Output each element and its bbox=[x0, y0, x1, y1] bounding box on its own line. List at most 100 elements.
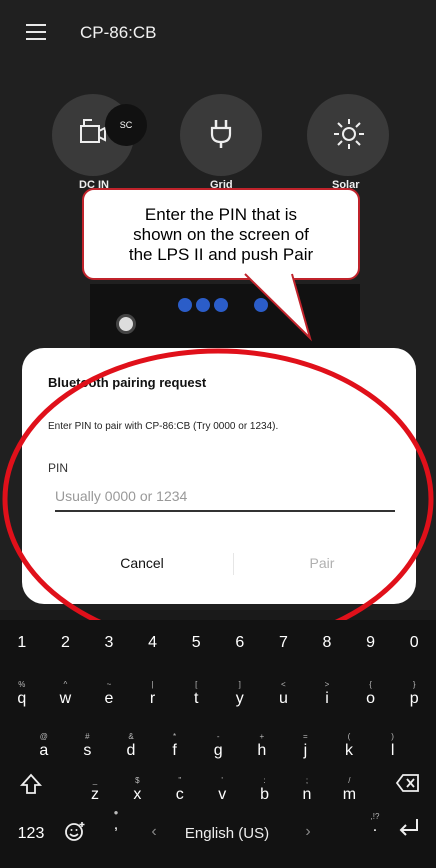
pin-input[interactable] bbox=[55, 482, 395, 512]
pin-label: PIN bbox=[48, 461, 69, 475]
key-e-sup: ~ bbox=[106, 680, 112, 689]
key-d-sup: & bbox=[128, 732, 134, 741]
key-l[interactable]: ) l bbox=[371, 732, 415, 760]
cursor-right-icon[interactable]: › bbox=[300, 823, 316, 841]
key-6-label: 6 bbox=[235, 634, 245, 651]
key-x-label: x bbox=[133, 786, 142, 803]
key-y[interactable]: ] y bbox=[218, 680, 262, 708]
enter-key[interactable] bbox=[394, 816, 424, 843]
cancel-button[interactable]: Cancel bbox=[82, 548, 202, 578]
key-7[interactable]: 7 bbox=[262, 634, 306, 652]
key-v[interactable]: ' v bbox=[201, 776, 243, 804]
backspace-icon bbox=[395, 774, 419, 792]
pair-button[interactable]: Pair bbox=[262, 548, 382, 578]
key-v-label: v bbox=[218, 786, 227, 803]
key-w[interactable]: ^ w bbox=[44, 680, 88, 708]
key-k-label: k bbox=[344, 742, 353, 759]
symbols-key[interactable]: 123 bbox=[12, 825, 50, 843]
key-i[interactable]: > i bbox=[305, 680, 349, 708]
key-o[interactable]: {o bbox=[349, 680, 393, 708]
key-s[interactable]: # s bbox=[66, 732, 110, 760]
key-t-label: t bbox=[193, 690, 199, 707]
key-y-label: y bbox=[235, 690, 244, 707]
key-e[interactable]: ~ e bbox=[87, 680, 131, 708]
key-m-sup: / bbox=[348, 776, 351, 785]
key-9[interactable]: 9 bbox=[349, 634, 393, 652]
key-v-sup: ' bbox=[221, 776, 223, 785]
key-q[interactable]: % q bbox=[0, 680, 44, 708]
bluetooth-pairing-dialog: Bluetooth pairing request Enter PIN to p… bbox=[22, 348, 416, 604]
key-5[interactable]: 5 bbox=[174, 634, 218, 652]
key-i-sup: > bbox=[324, 680, 330, 689]
key-0[interactable]: 0 bbox=[392, 634, 436, 652]
key-g-label: g bbox=[213, 742, 223, 759]
key-4[interactable]: 4 bbox=[131, 634, 175, 652]
key-a[interactable]: @ a bbox=[22, 732, 66, 760]
key-g-sup: - bbox=[216, 732, 220, 741]
key-t[interactable]: [t bbox=[174, 680, 218, 708]
backspace-key[interactable] bbox=[388, 772, 428, 799]
key-p-sup: } bbox=[412, 680, 416, 689]
emoji-key[interactable] bbox=[58, 820, 92, 847]
cursor-left-icon[interactable]: ‹ bbox=[146, 823, 162, 841]
key-z-sup: _ bbox=[92, 776, 98, 785]
spacebar[interactable]: English (US) bbox=[175, 825, 279, 842]
key-f-sup: * bbox=[173, 732, 177, 741]
key-p[interactable]: } p bbox=[392, 680, 436, 708]
key-t-sup: [ bbox=[195, 680, 198, 689]
key-e-label: e bbox=[104, 690, 114, 707]
key-u-sup: < bbox=[281, 680, 286, 689]
key-a-sup: @ bbox=[39, 732, 48, 741]
key-g[interactable]: -g bbox=[196, 732, 240, 760]
key-h-sup: + bbox=[259, 732, 265, 741]
key-x-sup: $ bbox=[135, 776, 140, 785]
period-key[interactable]: ,!? . bbox=[364, 812, 386, 836]
key-r-label: r bbox=[149, 690, 156, 707]
key-c-label: c bbox=[175, 786, 184, 803]
key-r[interactable]: | r bbox=[131, 680, 175, 708]
key-8[interactable]: 8 bbox=[305, 634, 349, 652]
key-9-label: 9 bbox=[366, 634, 376, 651]
key-k[interactable]: (k bbox=[327, 732, 371, 760]
key-o-sup: { bbox=[369, 680, 372, 689]
key-h[interactable]: + h bbox=[240, 732, 284, 760]
key-n-sup: ; bbox=[305, 776, 309, 785]
dialog-message: Enter PIN to pair with CP-86:CB (Try 000… bbox=[48, 421, 279, 432]
key-3[interactable]: 3 bbox=[87, 634, 131, 652]
period-sup: ,!? bbox=[370, 812, 380, 821]
key-n-label: n bbox=[302, 786, 312, 803]
key-c[interactable]: " c bbox=[159, 776, 201, 804]
key-f-label: f bbox=[172, 742, 177, 759]
shift-key[interactable] bbox=[12, 772, 50, 801]
key-r-sup: | bbox=[151, 680, 154, 689]
comma-key[interactable]: ● , bbox=[104, 808, 128, 834]
key-m[interactable]: / m bbox=[328, 776, 370, 804]
keyboard: 1 2 3 4 5 6 7 8 9 0% q ^ w ~ e | r[t] y < u > i{o} p @ a # s & d * f - g… bbox=[0, 620, 436, 868]
key-2[interactable]: 2 bbox=[44, 634, 88, 652]
mic-icon: ● bbox=[113, 808, 119, 817]
key-p-label: p bbox=[409, 690, 419, 707]
key-y-sup: ] bbox=[238, 680, 241, 689]
key-z[interactable]: _ z bbox=[74, 776, 116, 804]
key-d[interactable]: & d bbox=[109, 732, 153, 760]
key-n[interactable]: ; n bbox=[286, 776, 328, 804]
key-i-label: i bbox=[325, 690, 329, 707]
key-b[interactable]: :b bbox=[244, 776, 286, 804]
key-h-label: h bbox=[257, 742, 267, 759]
key-6[interactable]: 6 bbox=[218, 634, 262, 652]
key-m-label: m bbox=[342, 786, 357, 803]
key-j[interactable]: = j bbox=[284, 732, 328, 760]
key-7-label: 7 bbox=[278, 634, 288, 651]
key-1[interactable]: 1 bbox=[0, 634, 44, 652]
key-u[interactable]: < u bbox=[262, 680, 306, 708]
key-o-label: o bbox=[366, 690, 376, 707]
key-a-label: a bbox=[39, 742, 49, 759]
key-2-label: 2 bbox=[60, 634, 70, 651]
key-f[interactable]: * f bbox=[153, 732, 197, 760]
key-j-label: j bbox=[303, 742, 308, 759]
dialog-title: Bluetooth pairing request bbox=[48, 375, 207, 390]
key-8-label: 8 bbox=[322, 634, 332, 651]
key-5-label: 5 bbox=[191, 634, 201, 651]
key-x[interactable]: $ x bbox=[116, 776, 158, 804]
emoji-icon bbox=[65, 822, 85, 841]
